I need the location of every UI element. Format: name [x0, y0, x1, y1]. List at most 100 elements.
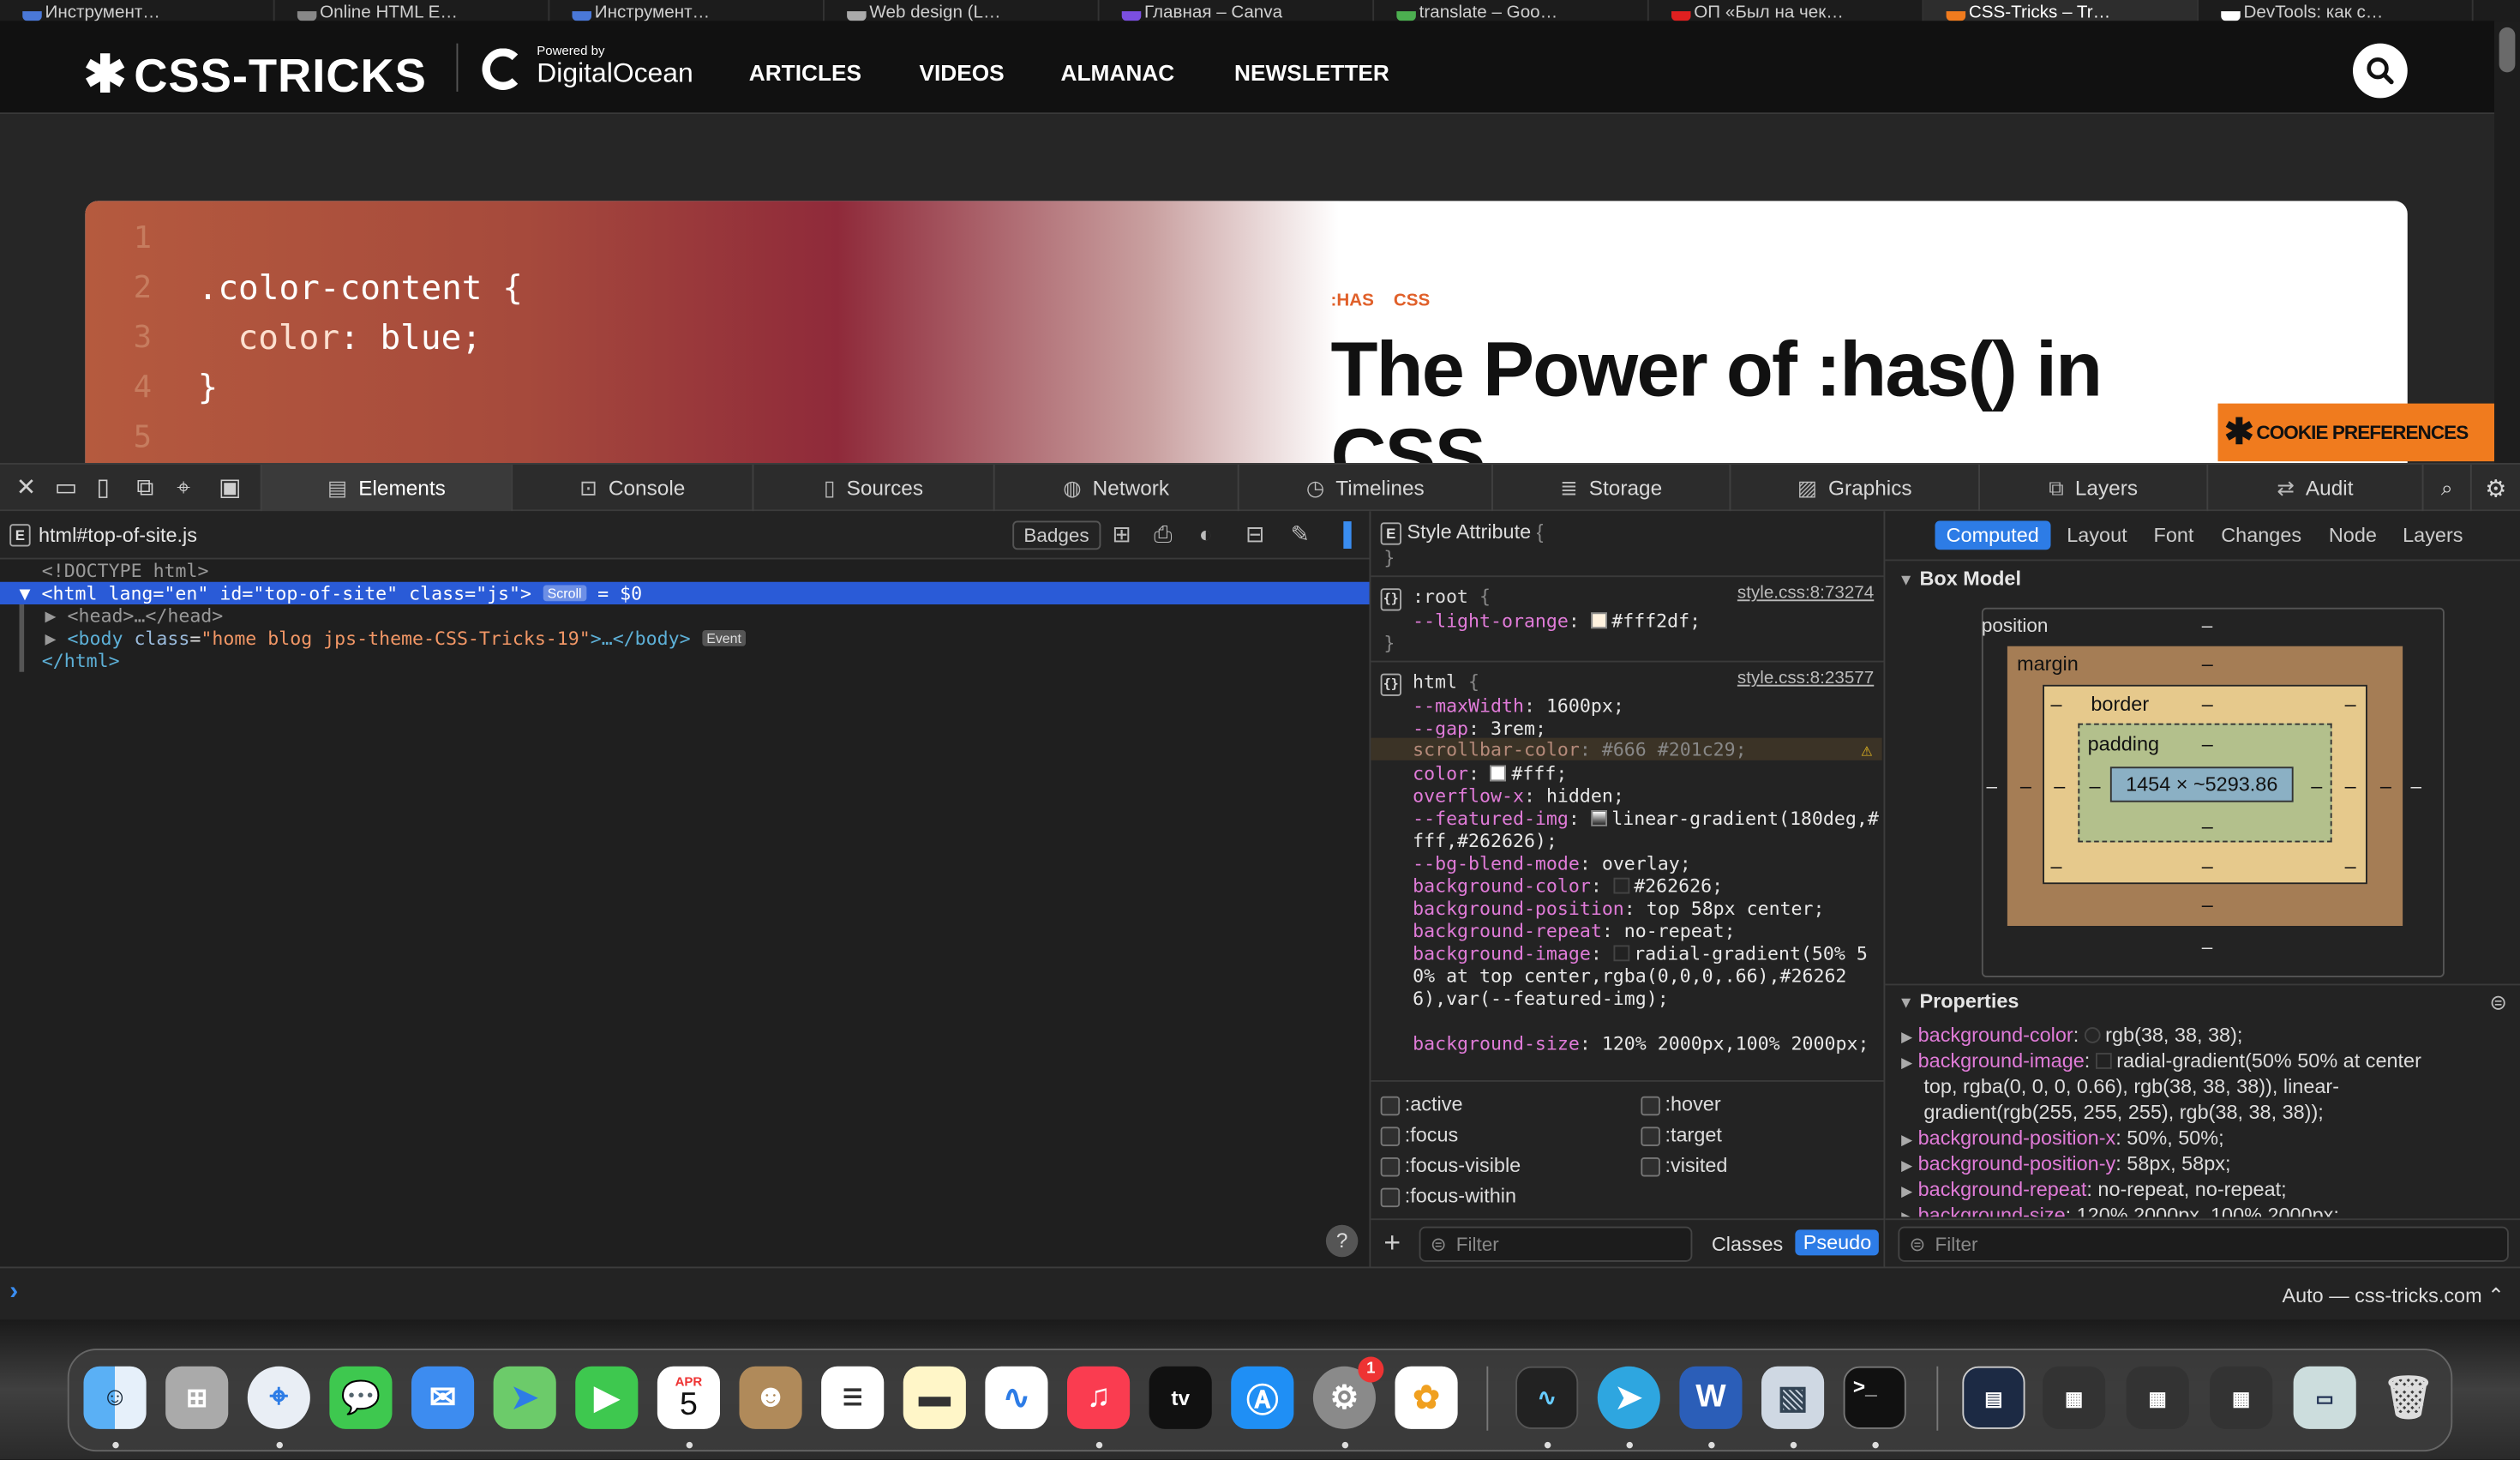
article-title[interactable]: The Power of :has() in [1331, 327, 2102, 415]
style-property[interactable]: background-size: 120% 2000px,100% 2000px… [1413, 1032, 1879, 1054]
badges-button[interactable]: Badges [1012, 521, 1101, 550]
appearance-icon[interactable]: ◐ [1199, 522, 1213, 544]
tag-css[interactable]: CSS [1394, 291, 1430, 310]
tab-graphics[interactable]: ▨Graphics [1730, 465, 1979, 511]
dom-node-html[interactable]: ▼ <html lang="en" id="top-of-site" class… [0, 582, 1370, 604]
dom-doctype[interactable]: <!DOCTYPE html> [0, 560, 1370, 582]
dom-node-head[interactable]: ▶ <head>…</head> [0, 604, 1370, 627]
word-icon[interactable]: W [1679, 1367, 1742, 1429]
checkbox-visited[interactable] [1641, 1157, 1660, 1177]
browser-tab[interactable]: Web design (L… [825, 0, 1100, 21]
style-property[interactable]: background-position: top 58px center; [1413, 897, 1927, 919]
browser-tab[interactable]: Online HTML E… [275, 0, 550, 21]
minimized-window-icon[interactable]: ▦ [2127, 1367, 2189, 1429]
properties-options-icon[interactable]: ⊜ [2489, 990, 2506, 1016]
close-icon[interactable]: ✕ [16, 476, 37, 500]
computed-property[interactable]: ▶ background-image: radial-gradient(50% … [1901, 1048, 2421, 1076]
dock-bottom-icon[interactable]: ▭ [55, 476, 78, 500]
undock-icon[interactable]: ⧉ [136, 476, 153, 500]
safari-icon[interactable]: ⌖ [248, 1367, 310, 1429]
breadcrumb[interactable]: html#top-of-site.js [39, 524, 197, 546]
tab-layers[interactable]: Layers [2403, 521, 2463, 550]
reminders-icon[interactable]: ☰ [821, 1367, 884, 1429]
checkbox-hover[interactable] [1641, 1097, 1660, 1116]
browser-tab[interactable]: Инструмент… [0, 0, 275, 21]
tv-icon[interactable]: tv [1149, 1367, 1212, 1429]
source-link[interactable]: style.css:8:73274 [1737, 584, 1874, 604]
mail-icon[interactable]: ✉ [411, 1367, 474, 1429]
style-property[interactable]: --maxWidth: 1600px; [1413, 694, 1927, 717]
color-swatch[interactable] [1613, 878, 1629, 894]
scrollbar-thumb[interactable] [2499, 27, 2516, 73]
properties-heading[interactable]: ▼ Properties [1898, 990, 2019, 1012]
gradient-swatch[interactable] [1613, 946, 1629, 962]
style-property[interactable]: color: #fff; [1413, 762, 1927, 784]
gradient-swatch[interactable] [2096, 1053, 2112, 1069]
help-button[interactable]: ? [1326, 1225, 1359, 1258]
styles-filter-input[interactable]: ⊜Filter [1419, 1227, 1693, 1262]
tab-timelines[interactable]: ◷Timelines [1238, 465, 1491, 511]
tab-changes[interactable]: Changes [2221, 521, 2301, 550]
dom-html-close[interactable]: </html> [0, 650, 1370, 672]
messages-icon[interactable]: 💬 [329, 1367, 392, 1429]
freeform-icon[interactable]: ∿ [985, 1367, 1047, 1429]
computed-property[interactable]: ▶ background-position-y: 58px, 58px; [1901, 1151, 2230, 1179]
warning-icon[interactable]: ⚠ [1861, 738, 1872, 760]
tag-has[interactable]: :HAS [1331, 291, 1374, 310]
browser-tab[interactable]: Инструмент… [549, 0, 825, 21]
maps-icon[interactable]: ➤ [494, 1367, 556, 1429]
style-property[interactable]: --featured-img: linear-gradient(180deg,#… [1413, 807, 1879, 852]
trash-icon[interactable]: 🗑 [2377, 1367, 2439, 1429]
site-search-button[interactable] [2353, 44, 2408, 99]
preview-icon[interactable]: ▧ [1761, 1367, 1824, 1429]
event-badge[interactable]: Event [702, 630, 747, 646]
checkbox-active[interactable] [1381, 1097, 1401, 1116]
downloads-folder-icon[interactable]: ▤ [1962, 1367, 2025, 1429]
telegram-icon[interactable]: ➤ [1598, 1367, 1660, 1429]
nav-link-articles[interactable]: ARTICLES [749, 59, 861, 85]
classes-button[interactable]: Classes [1712, 1233, 1783, 1255]
app-store-icon[interactable]: Ⓐ [1231, 1367, 1293, 1429]
layout-grid-icon[interactable]: ⊟ [1245, 522, 1264, 544]
devtools-search-button[interactable]: ⌕ [2422, 465, 2470, 511]
checkbox-focus-within[interactable] [1381, 1188, 1401, 1208]
execution-context-select[interactable]: Auto — css-tricks.com ⌃ [2283, 1283, 2505, 1307]
music-icon[interactable]: ♫ [1067, 1367, 1130, 1429]
tab-computed[interactable]: Computed [1935, 521, 2050, 550]
browser-tab[interactable]: ОП «Был на чек… [1649, 0, 1924, 21]
color-swatch[interactable] [2085, 1027, 2101, 1043]
box-content-size[interactable]: 1454 × ~5293.86 [2110, 766, 2294, 802]
checkbox-focus-visible[interactable] [1381, 1157, 1401, 1177]
style-property[interactable]: --bg-blend-mode: overlay; [1413, 852, 1927, 874]
style-attribute-rule[interactable]: E Style Attribute { [1381, 521, 1895, 545]
browser-tab-active[interactable]: CSS-Tricks – Tr… [1923, 0, 2199, 21]
box-model-heading[interactable]: ▼ Box Model [1898, 568, 2021, 590]
contacts-icon[interactable]: ☻ [740, 1367, 802, 1429]
tab-font[interactable]: Font [2154, 521, 2194, 550]
dom-node-body[interactable]: ▶ <body class="home blog jps-theme-CSS-T… [0, 627, 1370, 649]
tab-console[interactable]: ⊡Console [511, 465, 752, 511]
style-property-warning[interactable]: scrollbar-color: #666 #201c29;⚠ [1371, 738, 1881, 760]
activity-monitor-icon[interactable]: ∿ [1515, 1367, 1578, 1429]
article-title-line2[interactable]: CSS [1331, 413, 1485, 466]
tab-layout[interactable]: Layout [2067, 521, 2127, 550]
browser-tab[interactable]: Главная – Canva [1100, 0, 1375, 21]
pencil-icon[interactable]: ✎ [1291, 522, 1310, 544]
computed-property[interactable]: ▶ background-color: rgb(38, 38, 38); [1901, 1023, 2242, 1050]
page-scrollbar[interactable] [2494, 21, 2520, 484]
tab-audit[interactable]: ⇄Audit [2206, 465, 2421, 511]
grid-overlay-icon[interactable]: ⊞ [1113, 522, 1131, 544]
nav-link-almanac[interactable]: ALMANAC [1061, 59, 1175, 85]
style-property[interactable]: overflow-x: hidden; [1413, 784, 1927, 807]
tab-elements[interactable]: ▤Elements [261, 465, 512, 511]
checkbox-target[interactable] [1641, 1127, 1660, 1146]
style-property[interactable]: background-image: radial-gradient(50% 50… [1413, 942, 1879, 1010]
color-swatch[interactable] [1491, 766, 1507, 782]
tab-sources[interactable]: ▯Sources [753, 465, 993, 511]
console-prompt-bar[interactable]: › Auto — css-tricks.com ⌃ [0, 1267, 2520, 1320]
nav-link-videos[interactable]: VIDEOS [920, 59, 1005, 85]
add-rule-icon[interactable]: + [1383, 1227, 1401, 1260]
computed-property[interactable]: ▶ background-size: 120% 2000px, 100% 200… [1901, 1203, 2339, 1217]
featured-article-card[interactable]: 1 2 3 4 5 .color-content { color: blue; … [85, 201, 2407, 466]
tab-storage[interactable]: ≣Storage [1491, 465, 1730, 511]
